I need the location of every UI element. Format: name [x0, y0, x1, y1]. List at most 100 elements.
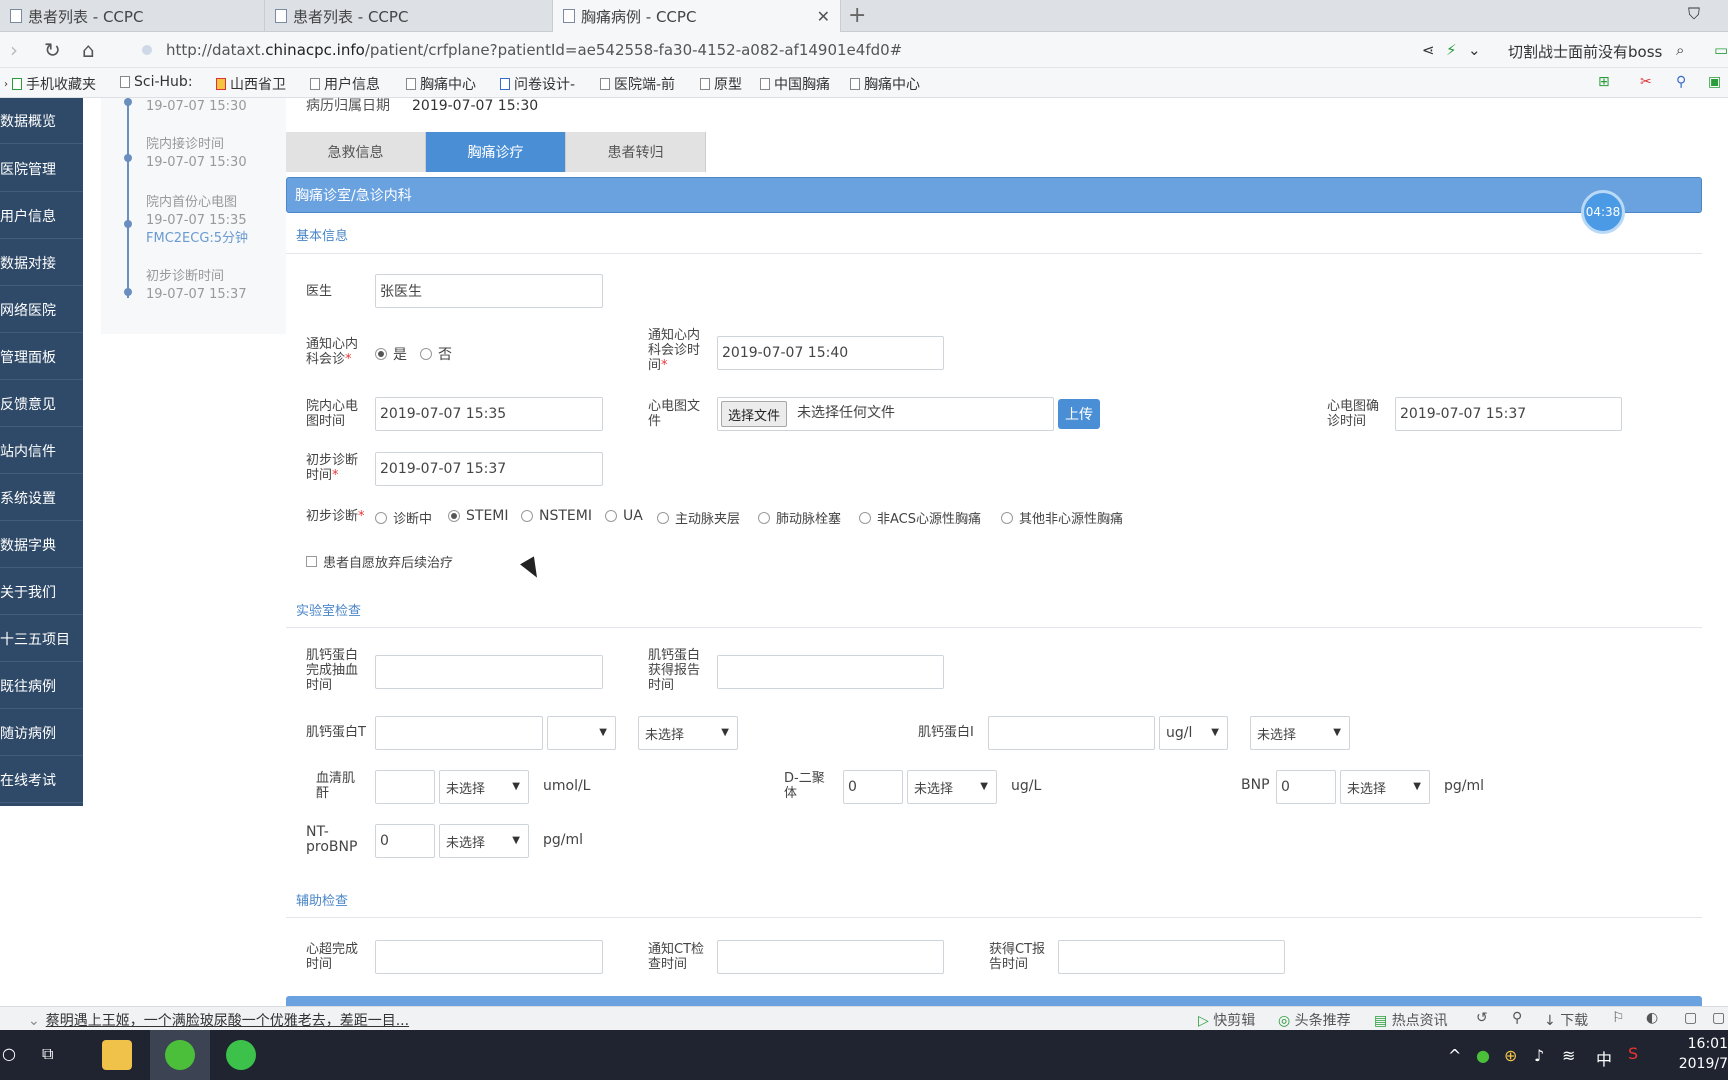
troponin-i-status-select[interactable]: 未选择 ▼ [1250, 716, 1350, 750]
window-icon[interactable]: ▢ [1684, 1010, 1697, 1026]
news-ticker[interactable]: ⌄ 蔡明遇上王姬，一个满脸玻尿酸一个优雅老去，差距一目... [28, 1010, 409, 1030]
sidebar-item-project[interactable]: 十三五项目 [0, 616, 83, 662]
pin-icon[interactable]: ⚲ [1512, 1010, 1522, 1026]
creatinine-input[interactable] [375, 770, 435, 804]
tab-emergency[interactable]: 急救信息 [286, 132, 426, 172]
troponin-i-unit-select[interactable]: ug/l ▼ [1159, 716, 1228, 750]
magnifier-icon[interactable]: ⚲ [1676, 74, 1686, 90]
doctor-input[interactable]: 张医生 [375, 274, 603, 308]
wechat-icon[interactable] [226, 1040, 256, 1070]
bookmark-china-chestpain[interactable]: 中国胸痛 [760, 74, 830, 94]
sogou-icon[interactable]: S [1628, 1044, 1638, 1063]
sidebar-item-users[interactable]: 用户信息 [0, 193, 83, 239]
notify-yes-radio[interactable]: 是 [375, 344, 407, 364]
tab-chest-pain[interactable]: 胸痛诊疗 [426, 132, 566, 172]
flag-icon[interactable]: ⚐ [1612, 1010, 1625, 1026]
ecg-confirm-input[interactable]: 2019-07-07 15:37 [1395, 397, 1622, 431]
chevron-down-icon[interactable]: ⌄ [1468, 41, 1481, 59]
diag-time-input[interactable]: 2019-07-07 15:37 [375, 452, 603, 486]
file-explorer-icon[interactable] [102, 1040, 132, 1070]
diag-option-other[interactable]: 其他非心源性胸痛 [1001, 508, 1123, 527]
forward-icon[interactable]: › [10, 38, 18, 62]
bnp-status-select[interactable]: 未选择 ▼ [1340, 770, 1430, 804]
ct-notify-input[interactable] [717, 940, 944, 974]
headline-link[interactable]: ◎ 头条推荐 [1278, 1010, 1351, 1030]
reload-icon[interactable]: ↻ [44, 38, 61, 62]
download-link[interactable]: ↓ 下载 [1544, 1010, 1588, 1030]
sidebar-item-hospital[interactable]: 医院管理 [0, 146, 83, 192]
ecg-time-input[interactable]: 2019-07-07 15:35 [375, 397, 603, 431]
home-icon[interactable]: ⌂ [82, 38, 95, 62]
troponin-draw-input[interactable] [375, 655, 603, 689]
upload-button[interactable]: 上传 [1058, 399, 1100, 429]
choose-file-button[interactable]: 选择文件 [721, 401, 788, 427]
scissors-icon[interactable]: ✂ [1640, 74, 1652, 90]
tray-app-icon[interactable]: ● [1476, 1046, 1490, 1065]
diag-option-pending[interactable]: 诊断中 [375, 508, 432, 527]
bookmark-hospital[interactable]: 医院端-前 [600, 74, 675, 94]
share-icon[interactable]: ⋖ [1422, 41, 1435, 59]
ime-indicator[interactable]: 中 [1596, 1046, 1612, 1070]
sidebar-item-settings[interactable]: 系统设置 [0, 475, 83, 521]
troponin-report-input[interactable] [717, 655, 944, 689]
browser-icon[interactable] [165, 1040, 195, 1070]
bookmark-survey[interactable]: 问卷设计- [500, 74, 575, 94]
sidebar-item-overview[interactable]: 数据概览 [0, 98, 83, 144]
hot-news-link[interactable]: ▤ 热点资讯 [1374, 1010, 1448, 1030]
ntprobnp-input[interactable]: 0 [375, 824, 435, 858]
notify-no-radio[interactable]: 否 [420, 344, 452, 364]
quick-edit-link[interactable]: ▷ 快剪辑 [1198, 1010, 1255, 1030]
browser-tab-2[interactable]: 患者列表 - CCPC [265, 0, 553, 32]
extension-icon[interactable]: ▭ [1714, 41, 1728, 59]
bookmark-mobile[interactable]: › 手机收藏夹 [4, 74, 96, 94]
abandon-treatment-checkbox[interactable]: 患者自愿放弃后续治疗 [306, 552, 453, 571]
sidebar-item-messages[interactable]: 站内信件 [0, 428, 83, 474]
new-tab-icon[interactable]: + [848, 3, 866, 28]
bookmark-prototype[interactable]: 原型 [700, 74, 742, 94]
diag-option-non-acs[interactable]: 非ACS心源性胸痛 [859, 508, 981, 527]
refresh-icon[interactable]: ↺ [1476, 1010, 1488, 1026]
site-info-icon[interactable] [142, 45, 152, 55]
bookmark-scihub[interactable]: Sci-Hub: [120, 74, 193, 90]
search-icon[interactable]: ⌕ [1676, 41, 1684, 59]
bookmark-shanxi[interactable]: 山西省卫 [216, 74, 286, 94]
browser-tab-3[interactable]: 胸痛病例 - CCPC ✕ [553, 0, 841, 32]
search-hint[interactable]: 切割战士面前没有boss [1508, 41, 1662, 62]
troponin-t-input[interactable] [375, 716, 543, 750]
sidebar-item-dictionary[interactable]: 数据字典 [0, 522, 83, 568]
gamepad-icon[interactable]: ▣ [1708, 74, 1721, 90]
ddimer-input[interactable]: 0 [843, 770, 903, 804]
ddimer-status-select[interactable]: 未选择 ▼ [907, 770, 997, 804]
close-icon[interactable]: ✕ [817, 7, 830, 26]
diag-option-nstemi[interactable]: NSTEMI [521, 508, 592, 524]
ntprobnp-status-select[interactable]: 未选择 ▼ [439, 824, 529, 858]
system-clock[interactable]: 16:01 2019/7 [1676, 1034, 1728, 1074]
tab-outcome[interactable]: 患者转归 [566, 132, 706, 172]
sidebar-item-about[interactable]: 关于我们 [0, 569, 83, 615]
sidebar-item-network-hospital[interactable]: 网络医院 [0, 287, 83, 333]
bookmark-chestpain[interactable]: 胸痛中心 [406, 74, 476, 94]
ct-report-input[interactable] [1058, 940, 1285, 974]
bnp-input[interactable]: 0 [1276, 770, 1336, 804]
sidebar-item-data-link[interactable]: 数据对接 [0, 240, 83, 286]
troponin-i-input[interactable] [988, 716, 1155, 750]
notify-time-input[interactable]: 2019-07-07 15:40 [717, 336, 944, 370]
browser-tab-1[interactable]: 患者列表 - CCPC [0, 0, 265, 32]
creatinine-status-select[interactable]: 未选择 ▼ [439, 770, 529, 804]
diag-option-pulmonary-embolism[interactable]: 肺动脉栓塞 [758, 508, 841, 527]
diag-option-aortic-dissection[interactable]: 主动脉夹层 [657, 508, 740, 527]
cortana-icon[interactable]: ○ [2, 1044, 16, 1063]
square-icon[interactable]: ▢ [1712, 1010, 1725, 1026]
sidebar-item-exam[interactable]: 在线考试 [0, 757, 83, 803]
timer-badge[interactable]: 04:38 [1581, 190, 1625, 234]
sidebar-item-feedback[interactable]: 反馈意见 [0, 381, 83, 427]
troponin-t-status-select[interactable]: 未选择 ▼ [638, 716, 738, 750]
troponin-t-unit-select[interactable]: ▼ [547, 716, 616, 750]
shirt-icon[interactable]: ⛉ [1688, 4, 1700, 24]
wifi-icon[interactable]: ≋ [1562, 1046, 1575, 1065]
sidebar-item-dashboard[interactable]: 管理面板 [0, 334, 83, 380]
add-bookmark-icon[interactable]: ⊞ [1598, 74, 1610, 90]
diag-option-stemi[interactable]: STEMI [448, 508, 509, 524]
sidebar-item-followup[interactable]: 随访病例 [0, 710, 83, 756]
task-view-icon[interactable]: ⧉ [42, 1044, 53, 1064]
